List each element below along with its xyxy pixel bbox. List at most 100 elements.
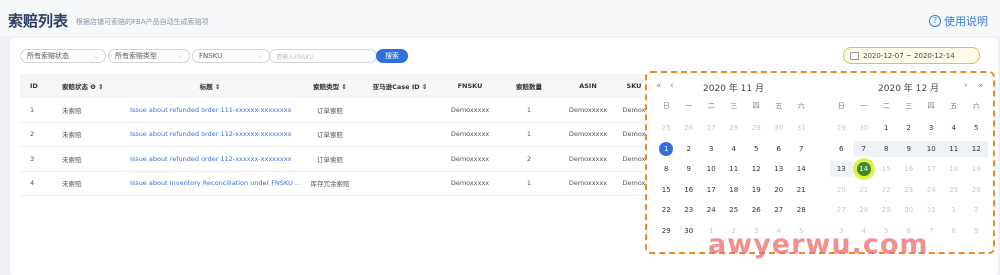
calendar-day[interactable]: 2: [898, 120, 921, 136]
calendar-day[interactable]: 31: [920, 202, 943, 218]
calendar-day[interactable]: 6: [768, 141, 791, 157]
calendar-day[interactable]: 19: [965, 161, 988, 177]
calendar-day[interactable]: 26: [678, 120, 701, 136]
page-title: 索赔列表: [8, 12, 69, 30]
calendar-day[interactable]: 12: [965, 140, 988, 157]
calendar-day[interactable]: 9: [678, 161, 701, 177]
calendar-day[interactable]: 1: [875, 120, 898, 136]
calendar-day[interactable]: 7: [852, 140, 875, 157]
calendar-day[interactable]: 17: [700, 182, 723, 198]
search-input[interactable]: 请输入FNSKU: [269, 49, 377, 63]
calendar-day[interactable]: 5: [965, 120, 988, 136]
calendar-day[interactable]: 30: [768, 120, 791, 136]
calendar-day[interactable]: 20: [830, 182, 853, 198]
calendar-day[interactable]: 18: [723, 182, 746, 198]
calendar-day[interactable]: 15: [875, 161, 898, 177]
calendar-day[interactable]: 8: [875, 140, 898, 157]
calendar-day[interactable]: 28: [723, 120, 746, 136]
calendar-day[interactable]: 17: [920, 161, 943, 177]
calendar-day[interactable]: 14: [790, 161, 813, 177]
calendar-day[interactable]: 18: [943, 161, 966, 177]
next-year-button[interactable]: »: [978, 81, 984, 91]
column-header-type[interactable]: 索赔类型 ⇕: [300, 81, 360, 91]
calendar-day[interactable]: 11: [942, 140, 965, 157]
column-header-status[interactable]: 索赔状态 ❶ ⇕: [52, 81, 120, 91]
calendar-day[interactable]: 9: [897, 140, 920, 157]
status-filter-select[interactable]: 所有索赔状态 ⌵: [20, 49, 106, 63]
next-month-button[interactable]: ›: [964, 81, 968, 91]
row-title-link[interactable]: Issue about refunded order 112-xxxxxx-xx…: [120, 155, 300, 163]
weekday-label: 二: [707, 102, 715, 110]
calendar-day[interactable]: 1: [943, 202, 966, 218]
date-range-picker[interactable]: 2020-12-07 ~ 2020-12-14: [843, 47, 980, 64]
column-header-title[interactable]: 标题 ⇕: [120, 81, 300, 91]
row-fnsku: Demoxxxxx: [450, 179, 490, 188]
row-title-link[interactable]: Issue about refunded order 112-xxxxxx-xx…: [120, 130, 300, 138]
calendar-day[interactable]: 15: [655, 182, 678, 198]
calendar-day[interactable]: 10: [920, 140, 943, 157]
calendar-day[interactable]: 2: [965, 202, 988, 218]
calendar-day[interactable]: 30: [853, 120, 876, 136]
calendar-day[interactable]: 23: [678, 202, 701, 218]
calendar-day[interactable]: 28: [853, 202, 876, 218]
table-header: ID 索赔状态 ❶ ⇕ 标题 ⇕ 索赔类型 ⇕ 亚马逊Case ID ⇕ FNS…: [20, 74, 650, 98]
calendar-day[interactable]: 5: [745, 141, 768, 157]
calendar-day[interactable]: 26: [745, 202, 768, 218]
row-title-link[interactable]: Issue about refunded order 111-xxxxxx-xx…: [120, 106, 300, 114]
calendar-day[interactable]: 30: [678, 223, 701, 239]
search-field-select[interactable]: FNSKU ⌵: [192, 49, 270, 63]
type-filter-select[interactable]: 所有索赔类型 ⌵: [108, 49, 190, 63]
calendar-day[interactable]: 8: [943, 223, 966, 239]
calendar-day[interactable]: 7: [790, 141, 813, 157]
calendar-day[interactable]: 22: [655, 202, 678, 218]
calendar-day[interactable]: 13: [830, 161, 853, 178]
calendar-day[interactable]: 27: [830, 202, 853, 218]
calendar-day[interactable]: 16: [678, 182, 701, 198]
calendar-day[interactable]: 31: [790, 120, 813, 136]
calendar-day[interactable]: 8: [655, 161, 678, 177]
calendar-day[interactable]: 25: [723, 202, 746, 218]
calendar-day[interactable]: 13: [768, 161, 791, 177]
calendar-day[interactable]: 3: [700, 141, 723, 157]
row-quantity: 1: [526, 130, 532, 139]
chevron-down-icon: ⌵: [177, 51, 183, 60]
calendar-day[interactable]: 14: [856, 162, 871, 177]
calendar-day[interactable]: 16: [898, 161, 921, 177]
calendar-day[interactable]: 21: [790, 182, 813, 198]
calendar-day[interactable]: 20: [768, 182, 791, 198]
search-button[interactable]: 搜索: [376, 49, 408, 63]
calendar-day[interactable]: 21: [853, 182, 876, 198]
calendar-day[interactable]: 10: [700, 161, 723, 177]
calendar-day[interactable]: 19: [745, 182, 768, 198]
calendar-day[interactable]: 12: [745, 161, 768, 177]
calendar-day[interactable]: 22: [875, 182, 898, 198]
calendar-day[interactable]: 25: [943, 182, 966, 198]
calendar-day[interactable]: 28: [790, 202, 813, 218]
calendar-day[interactable]: 29: [745, 120, 768, 136]
calendar-day[interactable]: 24: [700, 202, 723, 218]
calendar-day[interactable]: 9: [965, 223, 988, 239]
weekday-label: 五: [950, 102, 958, 110]
calendar-day[interactable]: 30: [898, 202, 921, 218]
calendar-week: 8 9 10 11 12 13 14: [655, 159, 813, 180]
calendar-day[interactable]: 6: [830, 141, 853, 157]
calendar-day[interactable]: 26: [965, 182, 988, 198]
column-header-id[interactable]: ID: [20, 82, 52, 90]
calendar-day[interactable]: 24: [920, 182, 943, 198]
calendar-day[interactable]: 29: [830, 120, 853, 136]
calendar-day[interactable]: 1: [659, 141, 674, 156]
calendar-day[interactable]: 27: [700, 120, 723, 136]
calendar-day[interactable]: 27: [768, 202, 791, 218]
calendar-day[interactable]: 2: [678, 141, 701, 157]
calendar-day[interactable]: 4: [943, 120, 966, 136]
calendar-day[interactable]: 25: [655, 120, 678, 136]
calendar-day[interactable]: 4: [723, 141, 746, 157]
calendar-day[interactable]: 29: [655, 223, 678, 239]
help-link[interactable]: ? 使用说明: [929, 13, 988, 29]
calendar-day[interactable]: 11: [723, 161, 746, 177]
calendar-day[interactable]: 3: [920, 120, 943, 136]
column-header-case-id[interactable]: 亚马逊Case ID ⇕: [360, 81, 440, 91]
row-title-link[interactable]: Issue about Inventory Reconciliation und…: [120, 179, 300, 187]
calendar-day[interactable]: 23: [898, 182, 921, 198]
calendar-day[interactable]: 29: [875, 202, 898, 218]
